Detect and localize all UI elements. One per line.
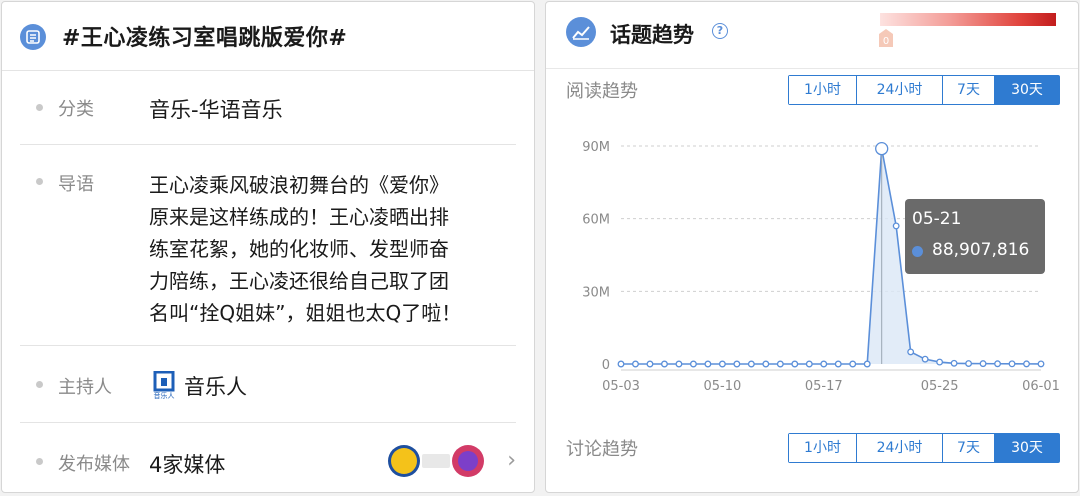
data-point — [776, 360, 784, 368]
x-tick-label: 05-25 — [921, 379, 959, 392]
data-point — [1037, 360, 1045, 368]
y-tick-label: 60M — [582, 213, 610, 228]
range-1h-button[interactable]: 1小时 — [789, 434, 857, 462]
media-label: 发布媒体 — [58, 454, 130, 475]
intro-label: 导语 — [58, 174, 94, 195]
data-point — [689, 360, 697, 368]
range-30d-button[interactable]: 30天 — [995, 434, 1059, 462]
topic-trend-panel: 话题趋势 ? 0 阅读趋势 1小时 24小时 7天 30天 0 30M 60M 90M… — [545, 1, 1079, 493]
intro-line: 练室花絮，她的化妆师、发型师奋 — [149, 237, 449, 261]
host-label: 主持人 — [58, 377, 112, 398]
host-logo-icon[interactable]: 音乐人 — [153, 370, 175, 400]
data-point — [805, 360, 813, 368]
data-point — [936, 358, 944, 366]
data-point — [849, 360, 857, 368]
read-range-selector[interactable]: 1小时 24小时 7天 30天 — [788, 75, 1060, 105]
media-logo-3-icon[interactable] — [452, 445, 484, 477]
x-tick-label: 06-01 — [1022, 379, 1060, 392]
data-point — [994, 360, 1002, 368]
heat-legend-bar — [880, 13, 1056, 26]
media-row[interactable]: 发布媒体 4家媒体 › — [20, 423, 516, 492]
data-point — [632, 360, 639, 368]
data-point — [979, 360, 987, 368]
bullet-icon — [36, 104, 43, 111]
bullet-icon — [36, 381, 43, 388]
data-point — [660, 360, 668, 368]
read-trend-label: 阅读趋势 — [566, 81, 638, 102]
category-row: 分类 音乐-华语音乐 — [20, 71, 516, 145]
host-logo-text: 音乐人 — [154, 391, 175, 399]
data-point — [762, 360, 770, 368]
discussion-range-selector[interactable]: 1小时 24小时 7天 30天 — [788, 433, 1060, 463]
legend-marker-icon: 0 — [879, 29, 893, 47]
category-value: 音乐-华语音乐 — [149, 98, 283, 122]
range-7d-button[interactable]: 7天 — [943, 76, 995, 104]
data-point — [834, 360, 842, 368]
chart-tooltip: 05-21 88,907,816 — [905, 199, 1045, 274]
data-point — [907, 348, 915, 356]
y-tick-label: 90M — [582, 140, 610, 155]
topic-doc-icon — [20, 24, 46, 50]
trend-title: 话题趋势 — [610, 23, 694, 47]
data-point — [820, 360, 828, 368]
data-point — [733, 360, 741, 368]
data-point — [965, 360, 973, 367]
discussion-trend-label: 讨论趋势 — [566, 439, 638, 460]
intro-line: 原来是这样练成的！王心凌晒出排 — [149, 205, 449, 229]
data-point — [675, 360, 683, 368]
topic-info-panel: #王心凌练习室唱跳版爱你# 分类 音乐-华语音乐 导语 王心凌乘风破浪初舞台的《… — [1, 1, 535, 493]
data-point — [646, 360, 654, 368]
intro-row: 导语 王心凌乘风破浪初舞台的《爱你》 原来是这样练成的！王心凌晒出排 练室花絮，… — [20, 145, 516, 346]
trend-chart-icon — [566, 17, 596, 47]
data-point — [1008, 360, 1016, 368]
legend-min-label: 0 — [883, 36, 889, 47]
range-7d-button[interactable]: 7天 — [943, 434, 995, 462]
host-row: 主持人 音乐人 音乐人 — [20, 346, 516, 423]
range-24h-button[interactable]: 24小时 — [857, 434, 943, 462]
range-24h-button[interactable]: 24小时 — [857, 76, 943, 104]
chevron-right-icon[interactable]: › — [507, 448, 516, 473]
intro-text: 王心凌乘风破浪初舞台的《爱你》 原来是这样练成的！王心凌晒出排 练室花絮，她的化… — [149, 169, 521, 329]
y-tick-label: 30M — [582, 285, 610, 300]
topic-title: #王心凌练习室唱跳版爱你# — [62, 26, 348, 51]
x-tick-label: 05-17 — [805, 379, 843, 392]
x-tick-label: 05-10 — [703, 379, 741, 392]
data-point — [892, 222, 900, 230]
x-tick-label: 05-03 — [602, 379, 640, 392]
data-point — [747, 360, 755, 368]
series-dot-icon — [912, 246, 923, 257]
media-value: 4家媒体 — [149, 453, 226, 477]
bullet-icon — [36, 178, 43, 185]
range-30d-button[interactable]: 30天 — [995, 76, 1059, 104]
intro-line: 力陪练，王心凌还很给自己取了团 — [149, 269, 449, 293]
media-logo-2-icon[interactable] — [422, 454, 450, 468]
host-value[interactable]: 音乐人 — [184, 371, 247, 401]
help-icon[interactable]: ? — [712, 23, 728, 39]
data-point — [1023, 360, 1030, 368]
bullet-icon — [36, 458, 43, 465]
data-point — [704, 360, 712, 368]
data-point — [950, 359, 958, 367]
media-icons[interactable]: › — [388, 445, 516, 479]
tooltip-date: 05-21 — [912, 209, 962, 229]
topic-header: #王心凌练习室唱跳版爱你# — [2, 2, 534, 71]
range-1h-button[interactable]: 1小时 — [789, 76, 857, 104]
intro-line: 王心凌乘风破浪初舞台的《爱你》 — [149, 173, 449, 197]
category-label: 分类 — [58, 99, 94, 120]
intro-line: 名叫“拴Q姐妹”，姐姐也太Q了啦！ — [149, 301, 462, 325]
trend-header: 话题趋势 ? 0 — [546, 2, 1078, 69]
data-point — [617, 360, 625, 368]
data-point — [921, 355, 929, 363]
data-point — [875, 141, 889, 156]
data-point — [791, 360, 799, 368]
media-logo-1-icon[interactable] — [388, 445, 420, 477]
data-point — [863, 360, 871, 368]
y-tick-label: 0 — [602, 358, 610, 373]
tooltip-value: 88,907,816 — [932, 240, 1030, 260]
data-point — [718, 360, 726, 368]
